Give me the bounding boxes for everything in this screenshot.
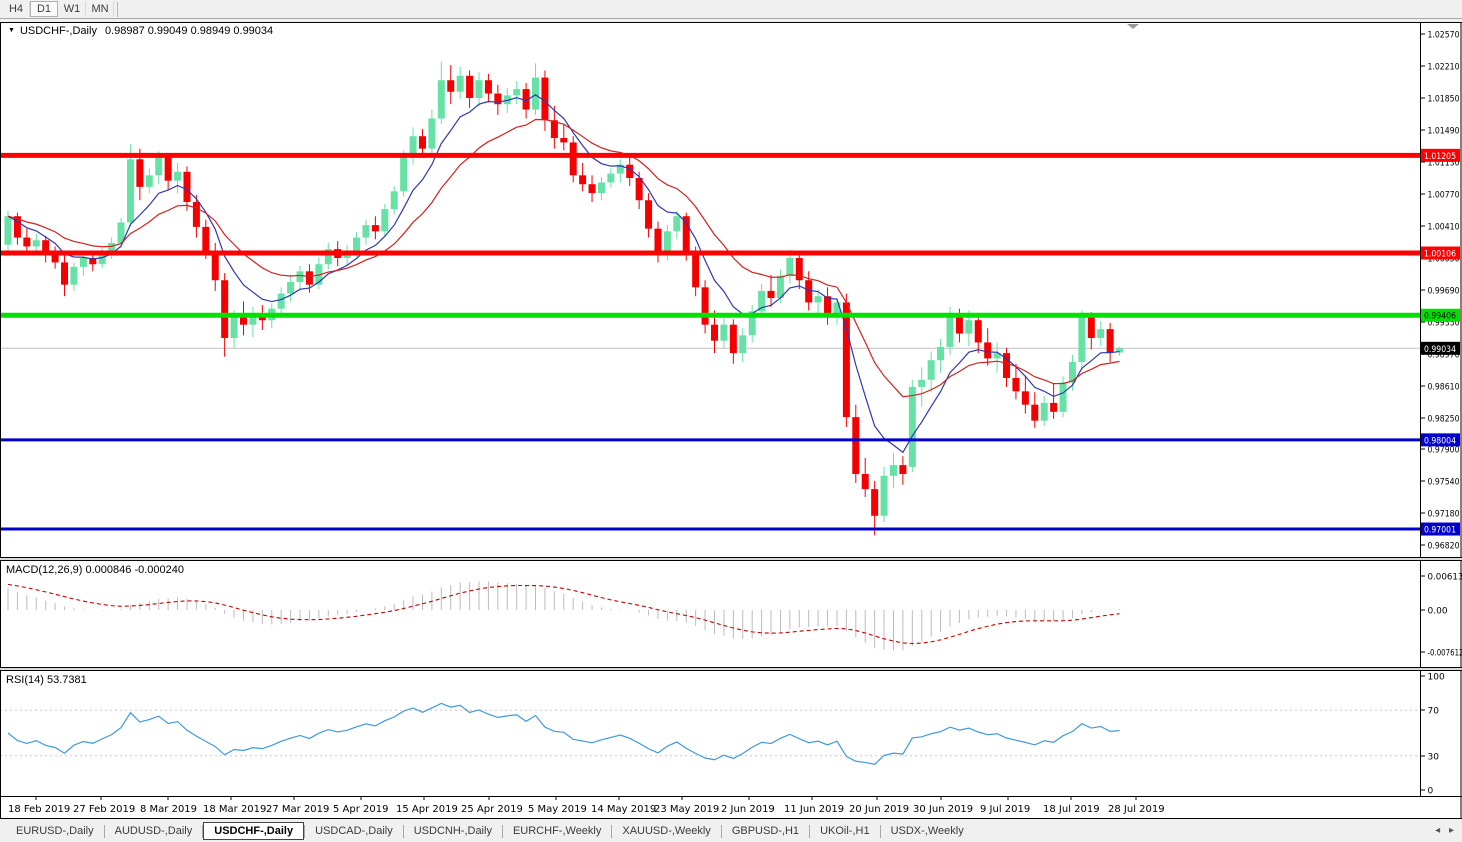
svg-text:5 Apr 2019: 5 Apr 2019 (333, 804, 388, 815)
svg-text:0.96820: 0.96820 (1428, 542, 1460, 552)
svg-text:1.00410: 1.00410 (1428, 223, 1460, 233)
tab-usdx-weekly[interactable]: USDX-,Weekly (881, 822, 974, 840)
svg-text:0.98610: 0.98610 (1428, 383, 1460, 393)
svg-text:18 Jul 2019: 18 Jul 2019 (1043, 804, 1100, 815)
svg-text:100: 100 (1428, 673, 1445, 683)
tab-scroll-left-icon[interactable]: ◂ (1435, 825, 1440, 836)
svg-text:0.97180: 0.97180 (1428, 510, 1460, 520)
chart-symbol-label: USDCHF-,Daily (20, 25, 97, 37)
rsi-value: 53.7381 (47, 674, 87, 686)
rsi-name: RSI(14) (6, 674, 44, 686)
tab-usdcnh-daily[interactable]: USDCNH-,Daily (404, 822, 502, 840)
svg-text:0.98250: 0.98250 (1428, 415, 1460, 425)
svg-text:9 Jul 2019: 9 Jul 2019 (980, 804, 1030, 815)
tab-eurusd-daily[interactable]: EURUSD-,Daily (6, 822, 104, 840)
macd-name: MACD(12,26,9) (6, 564, 82, 576)
svg-text:18 Feb 2019: 18 Feb 2019 (8, 804, 70, 815)
svg-text:0.97900: 0.97900 (1428, 446, 1460, 456)
chart-background[interactable] (0, 23, 1462, 819)
svg-text:5 May 2019: 5 May 2019 (528, 804, 587, 815)
svg-text:20 Jun 2019: 20 Jun 2019 (849, 804, 909, 815)
chart-ohlc-values: 0.98987 0.99049 0.98949 0.99034 (105, 25, 273, 37)
trading-terminal-window: H4 D1 W1 MN 1.025701.022101.018501.01490… (0, 0, 1462, 842)
panel-splitter[interactable] (0, 668, 1462, 670)
tab-eurchf-weekly[interactable]: EURCHF-,Weekly (503, 822, 611, 840)
svg-text:30 Jun 2019: 30 Jun 2019 (913, 804, 973, 815)
svg-text:30: 30 (1428, 752, 1440, 762)
svg-text:28 Jul 2019: 28 Jul 2019 (1108, 804, 1165, 815)
svg-text:0.99690: 0.99690 (1428, 287, 1460, 297)
timeframe-button-mn[interactable]: MN (86, 1, 114, 17)
svg-text:27 Mar 2019: 27 Mar 2019 (266, 804, 329, 815)
chart-tabs: EURUSD-,DailyAUDUSD-,DailyUSDCHF-,DailyU… (6, 820, 974, 842)
panel-splitter[interactable] (0, 558, 1462, 560)
svg-text:27 Feb 2019: 27 Feb 2019 (73, 804, 135, 815)
svg-text:0.00: 0.00 (1428, 607, 1448, 617)
svg-text:15 Apr 2019: 15 Apr 2019 (396, 804, 458, 815)
tab-usdcad-daily[interactable]: USDCAD-,Daily (305, 822, 403, 840)
timeframe-button-h4[interactable]: H4 (2, 1, 30, 17)
svg-text:1.01490: 1.01490 (1428, 127, 1460, 137)
svg-text:23 May 2019: 23 May 2019 (654, 804, 719, 815)
svg-text:8 Mar 2019: 8 Mar 2019 (140, 804, 197, 815)
tab-xauusd-weekly[interactable]: XAUUSD-,Weekly (612, 822, 720, 840)
svg-text:0.00613: 0.00613 (1428, 572, 1462, 582)
svg-text:1.02210: 1.02210 (1428, 63, 1460, 73)
svg-text:0.99406: 0.99406 (1424, 312, 1456, 322)
svg-text:14 May 2019: 14 May 2019 (591, 804, 656, 815)
svg-text:0: 0 (1428, 787, 1434, 797)
toolbar-separator (117, 2, 118, 17)
tab-audusd-daily[interactable]: AUDUSD-,Daily (105, 822, 203, 840)
chart-tab-bar: EURUSD-,DailyAUDUSD-,DailyUSDCHF-,DailyU… (0, 820, 1462, 842)
svg-text:1.02570: 1.02570 (1428, 31, 1460, 41)
tab-usdchf-daily[interactable]: USDCHF-,Daily (203, 822, 304, 840)
svg-text:18 Mar 2019: 18 Mar 2019 (203, 804, 266, 815)
macd-main-value: 0.000846 (85, 564, 131, 576)
rsi-indicator-label: RSI(14) 53.7381 (6, 674, 87, 686)
timeframe-toolbar: H4 D1 W1 MN (0, 0, 1462, 19)
svg-text:2 Jun 2019: 2 Jun 2019 (721, 804, 775, 815)
svg-text:0.98004: 0.98004 (1424, 436, 1456, 446)
chart-title: ▼ USDCHF-,Daily 0.98987 0.99049 0.98949 0.… (8, 25, 273, 37)
svg-text:0.99034: 0.99034 (1424, 345, 1456, 355)
macd-indicator-label: MACD(12,26,9) 0.000846 -0.000240 (6, 564, 184, 576)
svg-text:-0.007612: -0.007612 (1428, 649, 1462, 659)
svg-text:1.01850: 1.01850 (1428, 95, 1460, 105)
chart-canvas[interactable]: 1.025701.022101.018501.014901.011301.007… (0, 0, 1462, 842)
tab-ukoil-h1[interactable]: UKOil-,H1 (810, 822, 880, 840)
svg-text:0.97540: 0.97540 (1428, 478, 1460, 488)
svg-text:70: 70 (1428, 707, 1440, 717)
svg-text:1.01205: 1.01205 (1424, 152, 1456, 162)
timeframe-button-w1[interactable]: W1 (58, 1, 86, 17)
svg-text:1.00770: 1.00770 (1428, 191, 1460, 201)
svg-text:25 Apr 2019: 25 Apr 2019 (461, 804, 523, 815)
tab-scroll-arrows: ◂ ▸ (1429, 825, 1454, 836)
svg-text:0.97001: 0.97001 (1424, 526, 1456, 536)
svg-text:11 Jun 2019: 11 Jun 2019 (784, 804, 844, 815)
macd-signal-value: -0.000240 (134, 564, 184, 576)
timeframe-button-d1[interactable]: D1 (30, 1, 58, 17)
symbol-dropdown-icon[interactable]: ▼ (8, 27, 15, 34)
svg-text:1.00106: 1.00106 (1424, 250, 1456, 260)
tab-gbpusd-h1[interactable]: GBPUSD-,H1 (722, 822, 809, 840)
tab-scroll-right-icon[interactable]: ▸ (1449, 825, 1454, 836)
